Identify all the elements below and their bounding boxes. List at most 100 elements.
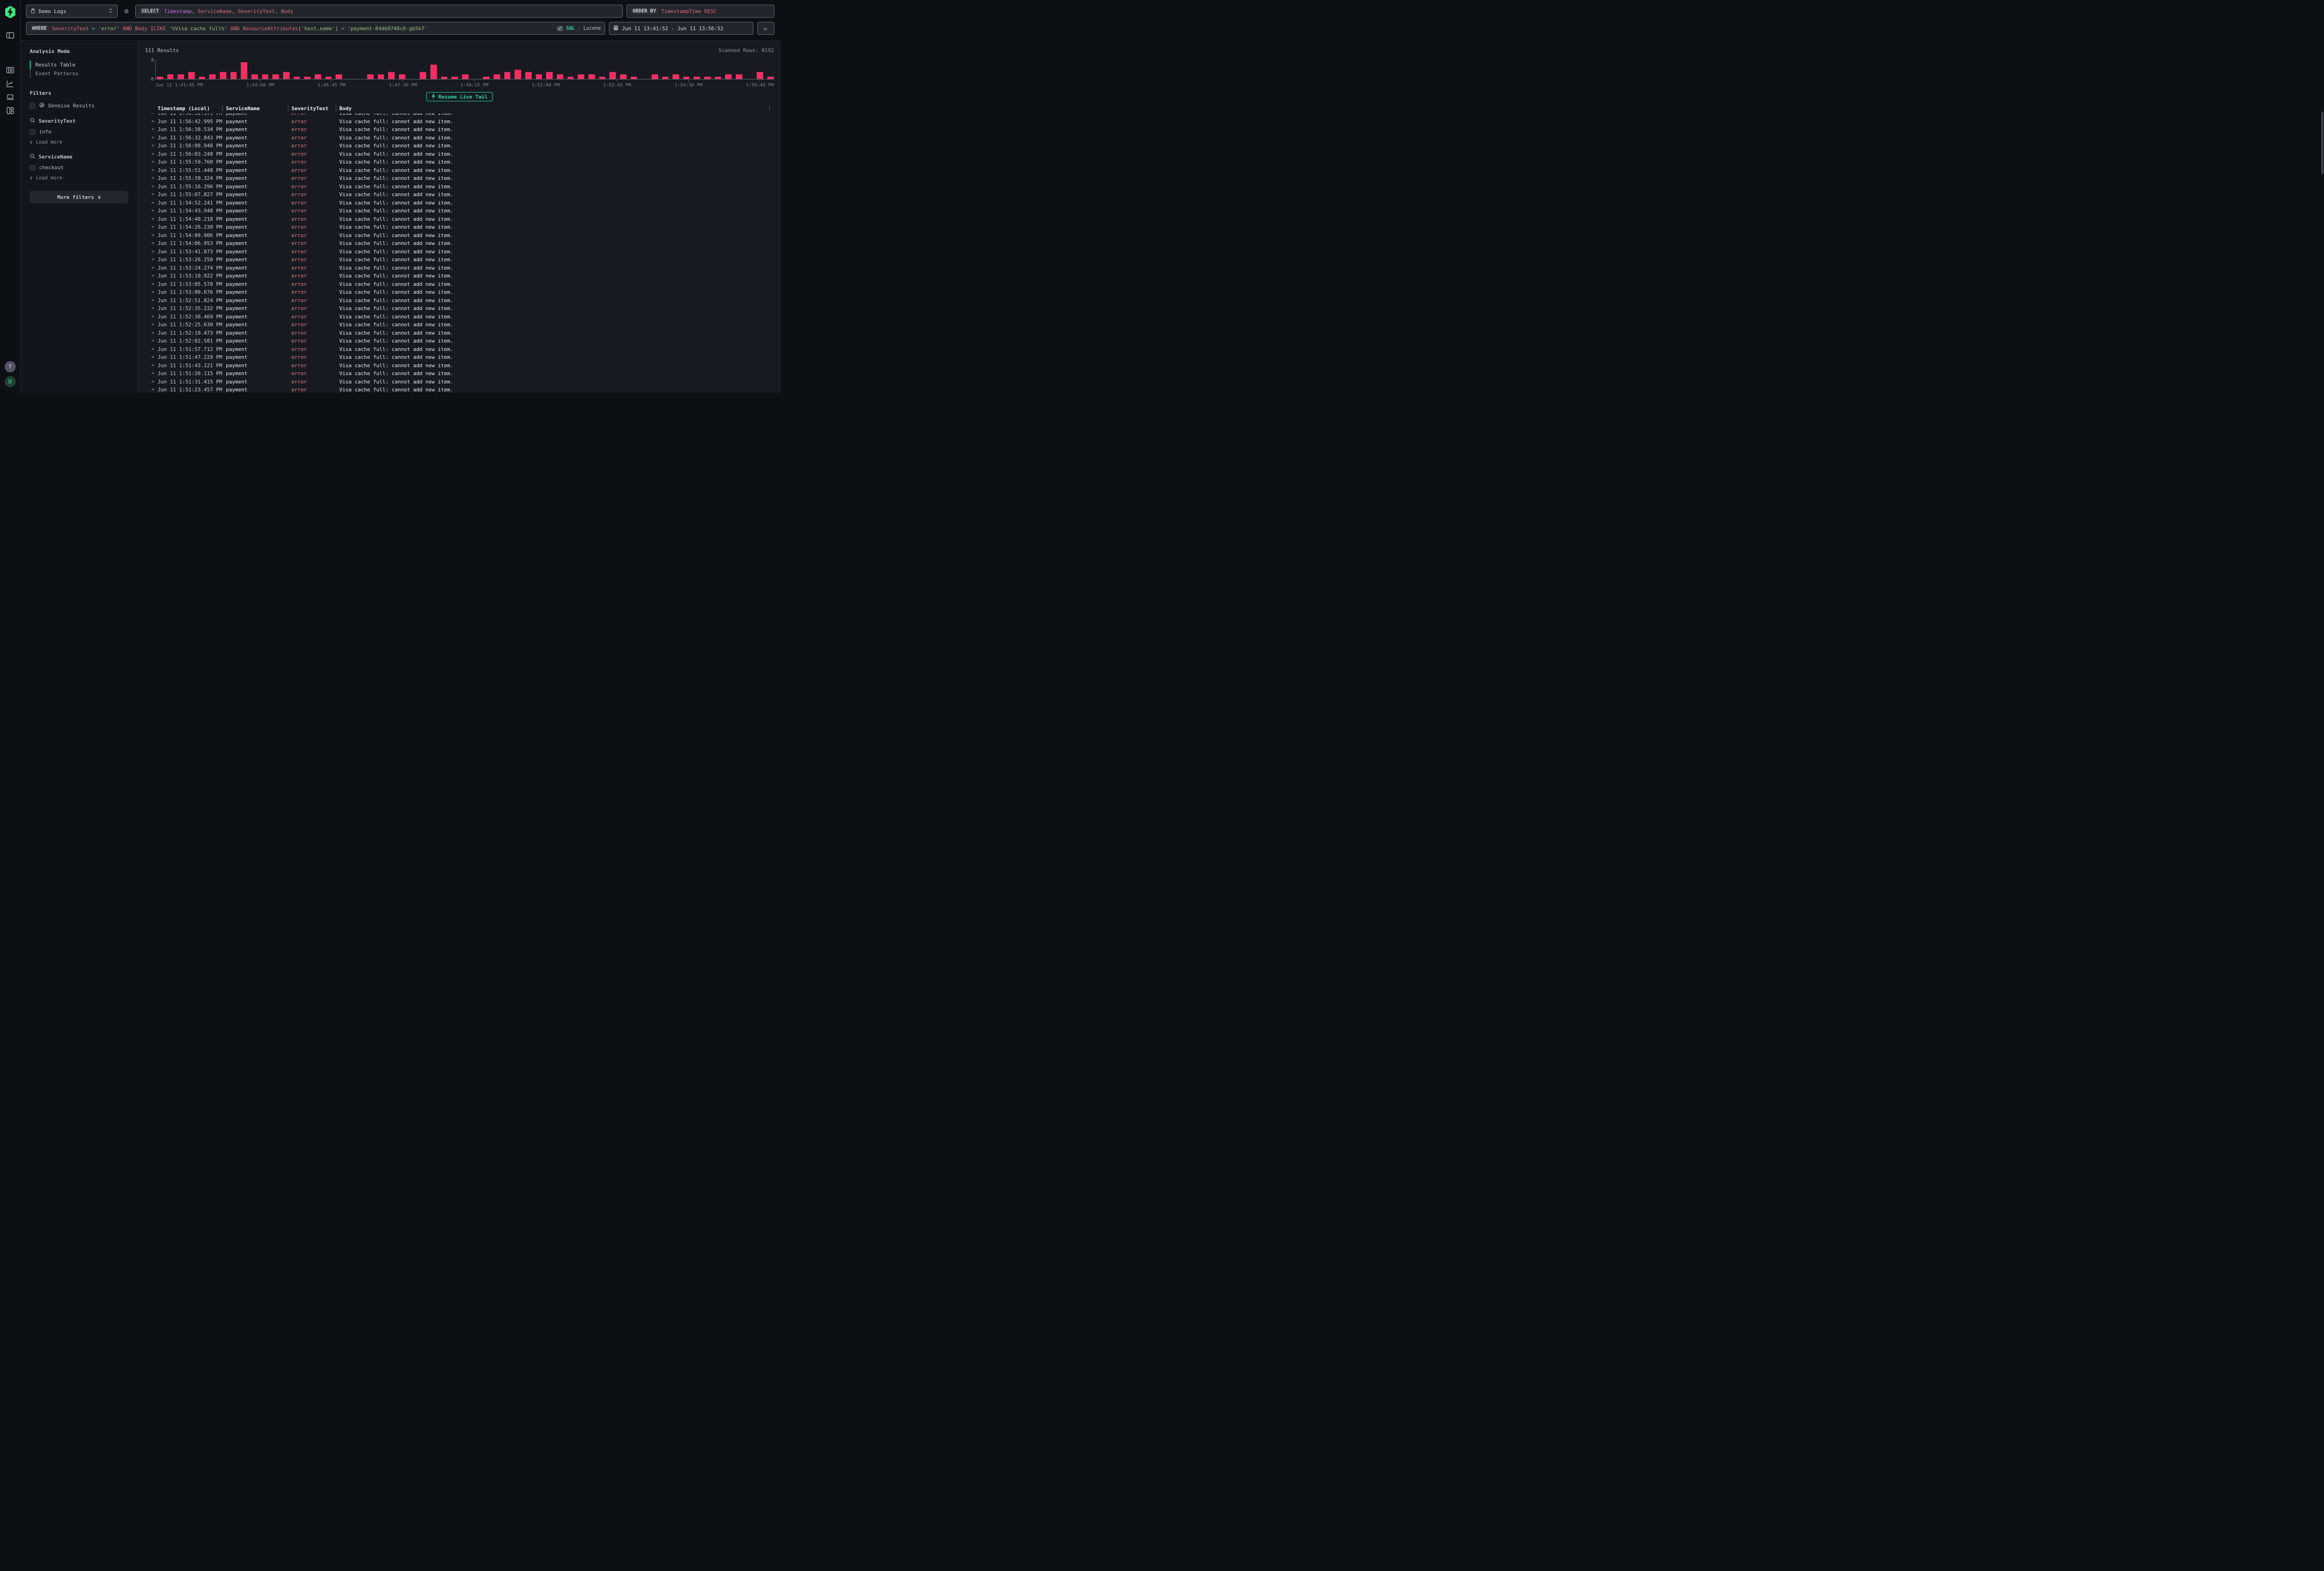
filter-option-info[interactable]: info — [30, 129, 128, 135]
table-row[interactable]: >Jun 11 1:55:59.760 PMpaymenterrorVisa c… — [145, 158, 774, 166]
table-row[interactable]: >Jun 11 1:52:51.824 PMpaymenterrorVisa c… — [145, 297, 774, 305]
resume-live-tail-button[interactable]: Resume Live Tail — [426, 92, 493, 101]
table-row[interactable]: >Jun 11 1:53:26.250 PMpaymenterrorVisa c… — [145, 256, 774, 264]
source-select[interactable]: Demo Logs — [26, 5, 118, 18]
info-checkbox[interactable] — [30, 129, 35, 135]
table-row[interactable]: >Jun 11 1:56:03.248 PMpaymenterrorVisa c… — [145, 150, 774, 158]
chart-bar — [420, 72, 426, 79]
help-button[interactable]: ? — [5, 361, 16, 372]
order-by-input[interactable]: ORDER BY TimestampTime DESC — [627, 5, 774, 18]
load-more-service[interactable]: ∨ Load more — [30, 175, 128, 181]
nav-event-patterns[interactable]: Event Patterns — [30, 69, 128, 78]
row-expand-icon: > — [152, 200, 158, 205]
table-row[interactable]: >Jun 11 1:51:43.121 PMpaymenterrorVisa c… — [145, 362, 774, 370]
sql-toggle[interactable]: SQL — [566, 26, 575, 31]
table-row[interactable]: >Jun 11 1:56:08.948 PMpaymenterrorVisa c… — [145, 142, 774, 150]
filter-option-checkout[interactable]: checkout — [30, 165, 128, 171]
cell-body: Visa cache full: cannot add new item. — [339, 175, 774, 181]
table-row[interactable]: >Jun 11 1:54:06.953 PMpaymenterrorVisa c… — [145, 239, 774, 248]
row-expand-icon: > — [152, 371, 158, 376]
query-language-toggle[interactable]: / SQL | Lucene — [557, 26, 601, 31]
cell-servicename: payment — [226, 346, 291, 352]
row-expand-icon: > — [152, 184, 158, 189]
select-query-input[interactable]: SELECT Timestamp, ServiceName, SeverityT… — [135, 5, 623, 18]
table-row[interactable]: >Jun 11 1:52:25.630 PMpaymenterrorVisa c… — [145, 321, 774, 329]
nav-results-table[interactable]: Results Table — [30, 60, 128, 69]
where-query-input[interactable]: WHERE SeverityText = 'error' AND Body IL… — [26, 22, 605, 35]
row-expand-icon: > — [152, 143, 158, 148]
cell-servicename: payment — [226, 297, 291, 304]
table-row[interactable]: >Jun 11 1:55:39.324 PMpaymenterrorVisa c… — [145, 174, 774, 183]
scanned-rows: Scanned Rows: 8192 — [719, 47, 774, 53]
table-row[interactable]: >Jun 11 1:56:42.995 PMpaymenterrorVisa c… — [145, 118, 774, 126]
source-select-value: Demo Logs — [39, 8, 105, 14]
user-avatar[interactable]: U — [5, 376, 16, 387]
chart-bar — [304, 77, 310, 79]
table-row[interactable]: >Jun 11 1:53:00.676 PMpaymenterrorVisa c… — [145, 288, 774, 297]
table-row[interactable]: >Jun 11 1:54:43.948 PMpaymenterrorVisa c… — [145, 207, 774, 215]
column-resize-handle[interactable] — [222, 106, 223, 111]
table-row[interactable]: >Jun 11 1:52:30.469 PMpaymenterrorVisa c… — [145, 313, 774, 321]
table-row[interactable]: >Jun 11 1:51:39.115 PMpaymenterrorVisa c… — [145, 370, 774, 378]
table-row[interactable]: >Jun 11 1:51:31.415 PMpaymenterrorVisa c… — [145, 378, 774, 386]
dashboard-grid-icon[interactable] — [6, 106, 15, 115]
results-histogram[interactable]: 8 0 Jun 11 1:41:45 PM1:44:00 PM1:45:45 P… — [149, 60, 774, 88]
table-row[interactable]: >Jun 11 1:53:05.578 PMpaymenterrorVisa c… — [145, 280, 774, 289]
table-row[interactable]: >Jun 11 1:52:02.581 PMpaymenterrorVisa c… — [145, 337, 774, 345]
cell-severitytext: error — [291, 289, 339, 295]
search-icon[interactable] — [30, 153, 35, 160]
table-row[interactable]: >Jun 11 1:54:52.241 PMpaymenterrorVisa c… — [145, 199, 774, 207]
gear-icon[interactable]: ⚙ — [121, 5, 132, 18]
chart-bar — [251, 74, 258, 79]
cell-timestamp: Jun 11 1:55:07.827 PM — [158, 191, 226, 198]
table-row[interactable]: >Jun 11 1:56:38.534 PMpaymenterrorVisa c… — [145, 125, 774, 134]
table-row[interactable]: >Jun 11 1:56:32.843 PMpaymenterrorVisa c… — [145, 134, 774, 142]
chart-bars[interactable] — [155, 60, 774, 79]
table-row[interactable]: >Jun 11 1:51:57.712 PMpaymenterrorVisa c… — [145, 345, 774, 354]
cell-timestamp: Jun 11 1:56:42.995 PM — [158, 119, 226, 125]
table-row[interactable]: >Jun 11 1:53:41.873 PMpaymenterrorVisa c… — [145, 248, 774, 256]
table-row[interactable]: >Jun 11 1:55:07.827 PMpaymenterrorVisa c… — [145, 191, 774, 199]
table-options-icon[interactable]: ⋮ — [767, 105, 772, 111]
table-row[interactable]: >Jun 11 1:52:19.473 PMpaymenterrorVisa c… — [145, 329, 774, 337]
search-icon[interactable] — [30, 118, 35, 125]
column-resize-handle[interactable] — [336, 106, 337, 111]
lucene-toggle[interactable]: Lucene — [583, 26, 601, 31]
cell-body: Visa cache full: cannot add new item. — [339, 224, 774, 230]
row-expand-icon: > — [152, 298, 158, 303]
table-row[interactable]: >Jun 11 1:51:23.457 PMpaymenterrorVisa c… — [145, 386, 774, 393]
cell-servicename: payment — [226, 167, 291, 173]
cell-body: Visa cache full: cannot add new item. — [339, 363, 774, 369]
window-scrollbar-thumb[interactable] — [2321, 112, 2324, 174]
col-servicename[interactable]: ServiceName — [226, 106, 291, 112]
table-row[interactable]: >Jun 11 1:53:10.922 PMpaymenterrorVisa c… — [145, 272, 774, 280]
col-body[interactable]: Body — [339, 106, 774, 112]
time-range-picker[interactable]: Jun 11 13:41:52 - Jun 11 13:56:52 — [609, 22, 753, 35]
table-header[interactable]: Timestamp (Local) ServiceName SeverityTe… — [145, 103, 774, 113]
more-filters-button[interactable]: More filters ∨ — [30, 191, 128, 203]
laptop-sessions-icon[interactable] — [6, 92, 15, 102]
table-row[interactable]: >Jun 11 1:52:35.232 PMpaymenterrorVisa c… — [145, 304, 774, 313]
denoise-checkbox[interactable] — [30, 103, 35, 109]
table-row[interactable]: >Jun 11 1:54:40.218 PMpaymenterrorVisa c… — [145, 215, 774, 224]
table-row[interactable]: >Jun 11 1:54:26.230 PMpaymenterrorVisa c… — [145, 223, 774, 231]
hyperdx-logo-icon[interactable] — [4, 6, 16, 19]
load-more-severity[interactable]: ∨ Load more — [30, 139, 128, 145]
table-row[interactable]: >Jun 11 1:51:47.229 PMpaymenterrorVisa c… — [145, 353, 774, 362]
search-logs-icon[interactable] — [6, 66, 15, 75]
chart-line-icon[interactable] — [6, 79, 15, 88]
table-row[interactable]: >Jun 11 1:53:24.274 PMpaymenterrorVisa c… — [145, 264, 774, 272]
cell-timestamp: Jun 11 1:56:38.534 PM — [158, 126, 226, 132]
chart-bar — [188, 72, 195, 79]
table-row[interactable]: >Jun 11 1:55:51.448 PMpaymenterrorVisa c… — [145, 166, 774, 175]
table-row[interactable]: >Jun 11 1:55:16.296 PMpaymenterrorVisa c… — [145, 183, 774, 191]
col-severitytext[interactable]: SeverityText — [291, 106, 339, 112]
checkout-checkbox[interactable] — [30, 165, 35, 171]
run-query-button[interactable]: ▷ — [757, 22, 774, 35]
col-timestamp[interactable]: Timestamp (Local) — [158, 106, 226, 112]
column-resize-handle[interactable] — [288, 106, 289, 111]
table-row[interactable]: >Jun 11 1:54:09.906 PMpaymenterrorVisa c… — [145, 231, 774, 240]
denoise-results-row[interactable]: Denoise Results — [30, 102, 128, 109]
row-expand-icon: > — [152, 379, 158, 384]
panel-toggle-icon[interactable] — [6, 31, 15, 40]
